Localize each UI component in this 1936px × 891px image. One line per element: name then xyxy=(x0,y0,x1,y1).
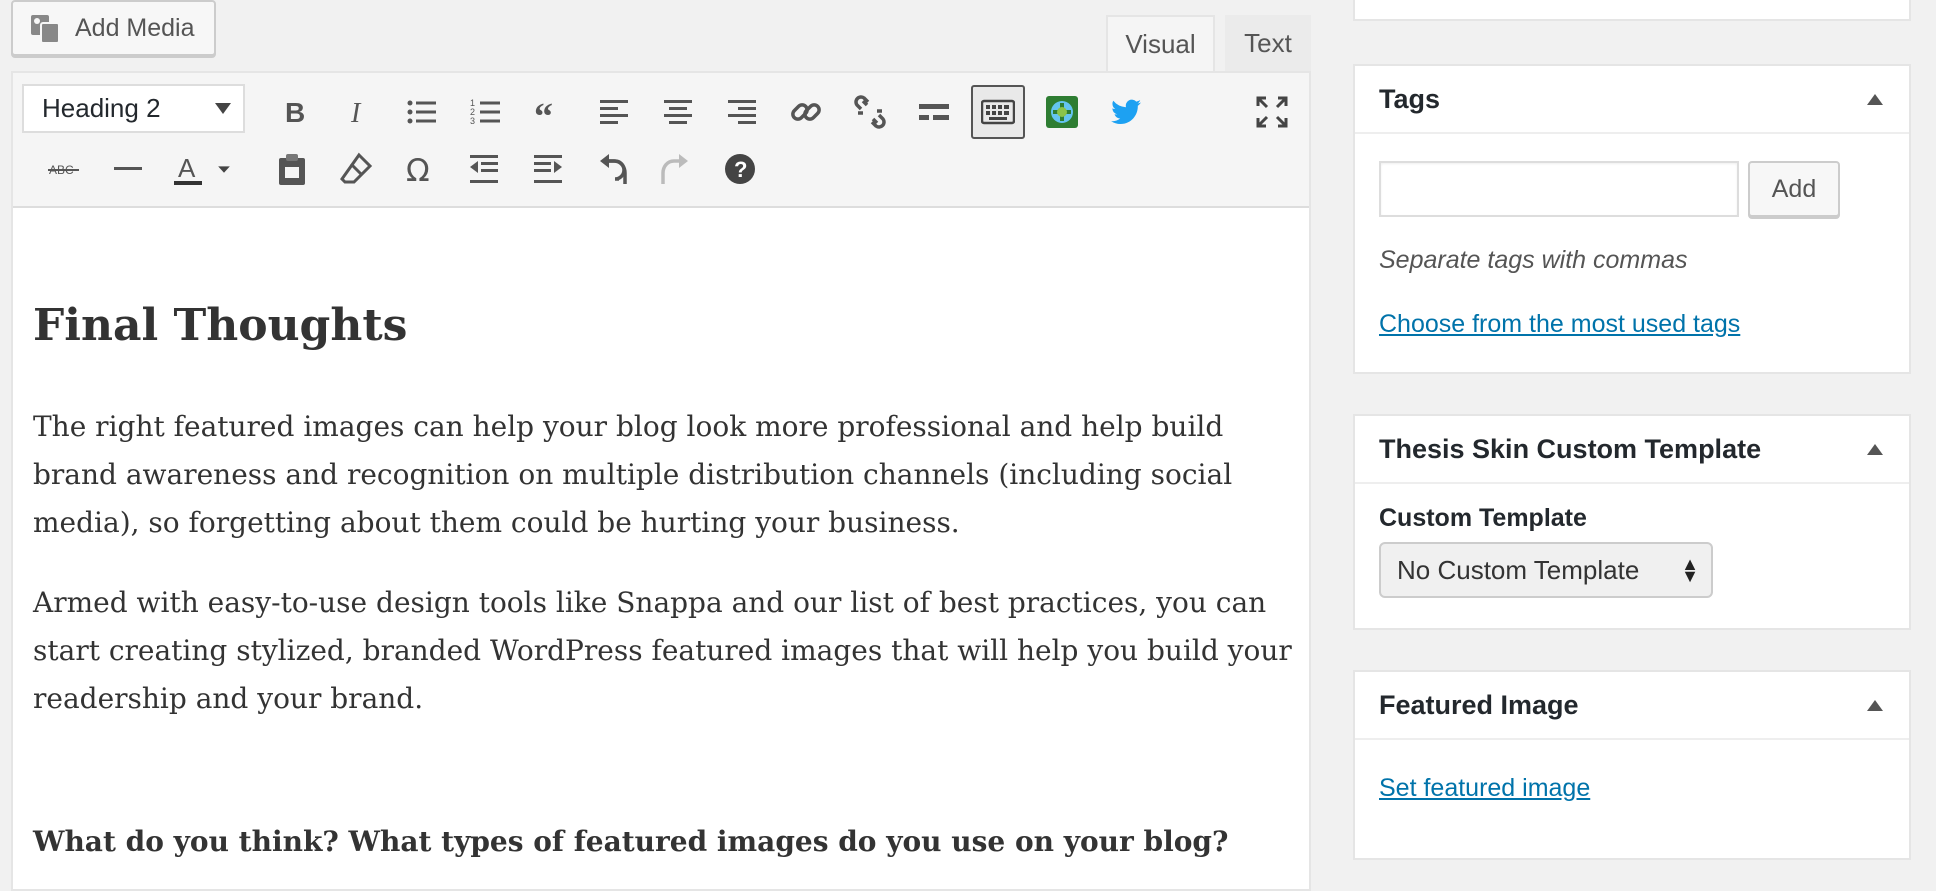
thesis-template-box: Thesis Skin Custom Template Custom Templ… xyxy=(1353,414,1911,630)
custom-template-value: No Custom Template xyxy=(1397,554,1640,585)
undo-icon xyxy=(600,154,627,184)
bulleted-list-button[interactable] xyxy=(395,85,449,139)
svg-text:I: I xyxy=(350,98,362,129)
align-right-icon xyxy=(728,100,756,124)
help-button[interactable]: ? xyxy=(713,142,767,196)
content-question: What do you think? What types of feature… xyxy=(33,825,1229,858)
outdent-icon xyxy=(470,155,498,183)
format-select[interactable]: Heading 2 xyxy=(22,84,245,133)
fullscreen-button[interactable] xyxy=(1245,85,1299,139)
text-color-icon: A xyxy=(174,153,202,185)
content-paragraph: Armed with easy-to-use design tools like… xyxy=(33,586,1292,715)
fullscreen-icon xyxy=(1256,96,1288,128)
tags-box-header[interactable]: Tags xyxy=(1355,66,1909,134)
custom-template-label: Custom Template xyxy=(1379,504,1587,532)
twitter-button[interactable] xyxy=(1099,85,1153,139)
featured-box-header[interactable]: Featured Image xyxy=(1355,672,1909,740)
add-media-label: Add Media xyxy=(75,13,195,42)
special-character-button[interactable]: Ω xyxy=(393,142,447,196)
svg-text:“: “ xyxy=(534,96,553,129)
numbered-list-icon: 1 2 3 xyxy=(470,98,500,126)
tag-input[interactable] xyxy=(1379,161,1739,217)
tags-box-title: Tags xyxy=(1379,83,1441,114)
add-tag-button[interactable]: Add xyxy=(1748,161,1840,217)
plugin-button[interactable] xyxy=(1035,85,1089,139)
horizontal-line-icon xyxy=(114,167,142,170)
format-select-value: Heading 2 xyxy=(42,93,161,123)
insert-link-button[interactable] xyxy=(779,85,833,139)
horizontal-line-button[interactable] xyxy=(101,142,155,196)
bold-button[interactable]: B xyxy=(267,85,321,139)
collapse-arrow-icon[interactable] xyxy=(1867,700,1883,711)
custom-template-select[interactable]: No Custom Template ▲ ▼ xyxy=(1379,542,1713,598)
increase-indent-button[interactable] xyxy=(521,142,575,196)
text-color-button[interactable]: A xyxy=(161,142,215,196)
featured-box-title: Featured Image xyxy=(1379,689,1579,720)
decrease-indent-button[interactable] xyxy=(457,142,511,196)
tab-text[interactable]: Text xyxy=(1225,15,1311,72)
plugin-icon xyxy=(1046,96,1078,128)
tags-box: Tags Add Separate tags with commas Choos… xyxy=(1353,64,1911,374)
most-used-tags-link[interactable]: Choose from the most used tags xyxy=(1379,310,1740,339)
link-icon xyxy=(791,103,821,121)
svg-text:A: A xyxy=(178,153,196,183)
omega-icon: Ω xyxy=(406,153,430,186)
svg-text:?: ? xyxy=(734,157,747,182)
featured-image-box: Featured Image Set featured image xyxy=(1353,670,1911,860)
redo-button[interactable] xyxy=(649,142,703,196)
tab-visual[interactable]: Visual xyxy=(1106,15,1215,72)
editor: Heading 2 B I 1 2 3 “ ABC A Ω ? Final Th… xyxy=(11,71,1311,891)
text-color-dropdown[interactable] xyxy=(209,142,239,196)
paste-as-text-button[interactable] xyxy=(265,142,319,196)
sidebar-box-top xyxy=(1353,0,1911,21)
help-icon: ? xyxy=(725,154,755,184)
blockquote-button[interactable]: “ xyxy=(523,85,577,139)
svg-text:Ω: Ω xyxy=(406,153,430,186)
keyboard-icon xyxy=(981,99,1015,125)
eraser-icon xyxy=(340,152,373,184)
strikethrough-icon: ABC xyxy=(48,163,79,177)
indent-icon xyxy=(534,155,562,183)
bold-icon: B xyxy=(285,97,305,128)
numbered-list-button[interactable]: 1 2 3 xyxy=(459,85,513,139)
toolbar-toggle-button[interactable] xyxy=(971,85,1025,139)
set-featured-image-link[interactable]: Set featured image xyxy=(1379,774,1590,803)
thesis-box-title: Thesis Skin Custom Template xyxy=(1379,433,1762,464)
strikethrough-button[interactable]: ABC xyxy=(37,142,91,196)
chevron-down-icon xyxy=(215,103,231,114)
tag-hint: Separate tags with commas xyxy=(1379,246,1688,274)
bulleted-list-icon xyxy=(407,100,436,124)
undo-button[interactable] xyxy=(585,142,639,196)
clear-formatting-button[interactable] xyxy=(329,142,383,196)
align-left-icon xyxy=(600,100,628,124)
redo-icon xyxy=(661,154,688,184)
content-heading: Final Thoughts xyxy=(33,300,408,351)
collapse-arrow-icon[interactable] xyxy=(1867,94,1883,105)
align-left-button[interactable] xyxy=(587,85,641,139)
clipboard-icon xyxy=(279,154,305,185)
svg-text:B: B xyxy=(285,97,305,128)
editor-toolbar: Heading 2 B I 1 2 3 “ ABC A Ω ? xyxy=(13,73,1309,208)
read-more-button[interactable] xyxy=(907,85,961,139)
select-arrows-icon: ▲ ▼ xyxy=(1681,554,1699,586)
chevron-down-icon xyxy=(218,166,230,173)
content-paragraph: The right featured images can help your … xyxy=(33,410,1233,539)
italic-button[interactable]: I xyxy=(331,85,385,139)
twitter-icon xyxy=(1111,99,1141,124)
align-center-button[interactable] xyxy=(651,85,705,139)
italic-icon: I xyxy=(350,98,362,129)
remove-link-button[interactable] xyxy=(843,85,897,139)
svg-text:3: 3 xyxy=(470,116,475,126)
align-center-icon xyxy=(664,100,692,124)
collapse-arrow-icon[interactable] xyxy=(1867,444,1883,455)
media-icon xyxy=(31,15,60,44)
thesis-box-header[interactable]: Thesis Skin Custom Template xyxy=(1355,416,1909,484)
quote-icon: “ xyxy=(534,96,553,129)
read-more-icon xyxy=(919,104,949,120)
align-right-button[interactable] xyxy=(715,85,769,139)
add-media-button[interactable]: Add Media xyxy=(11,0,216,56)
unlink-icon xyxy=(854,95,886,129)
